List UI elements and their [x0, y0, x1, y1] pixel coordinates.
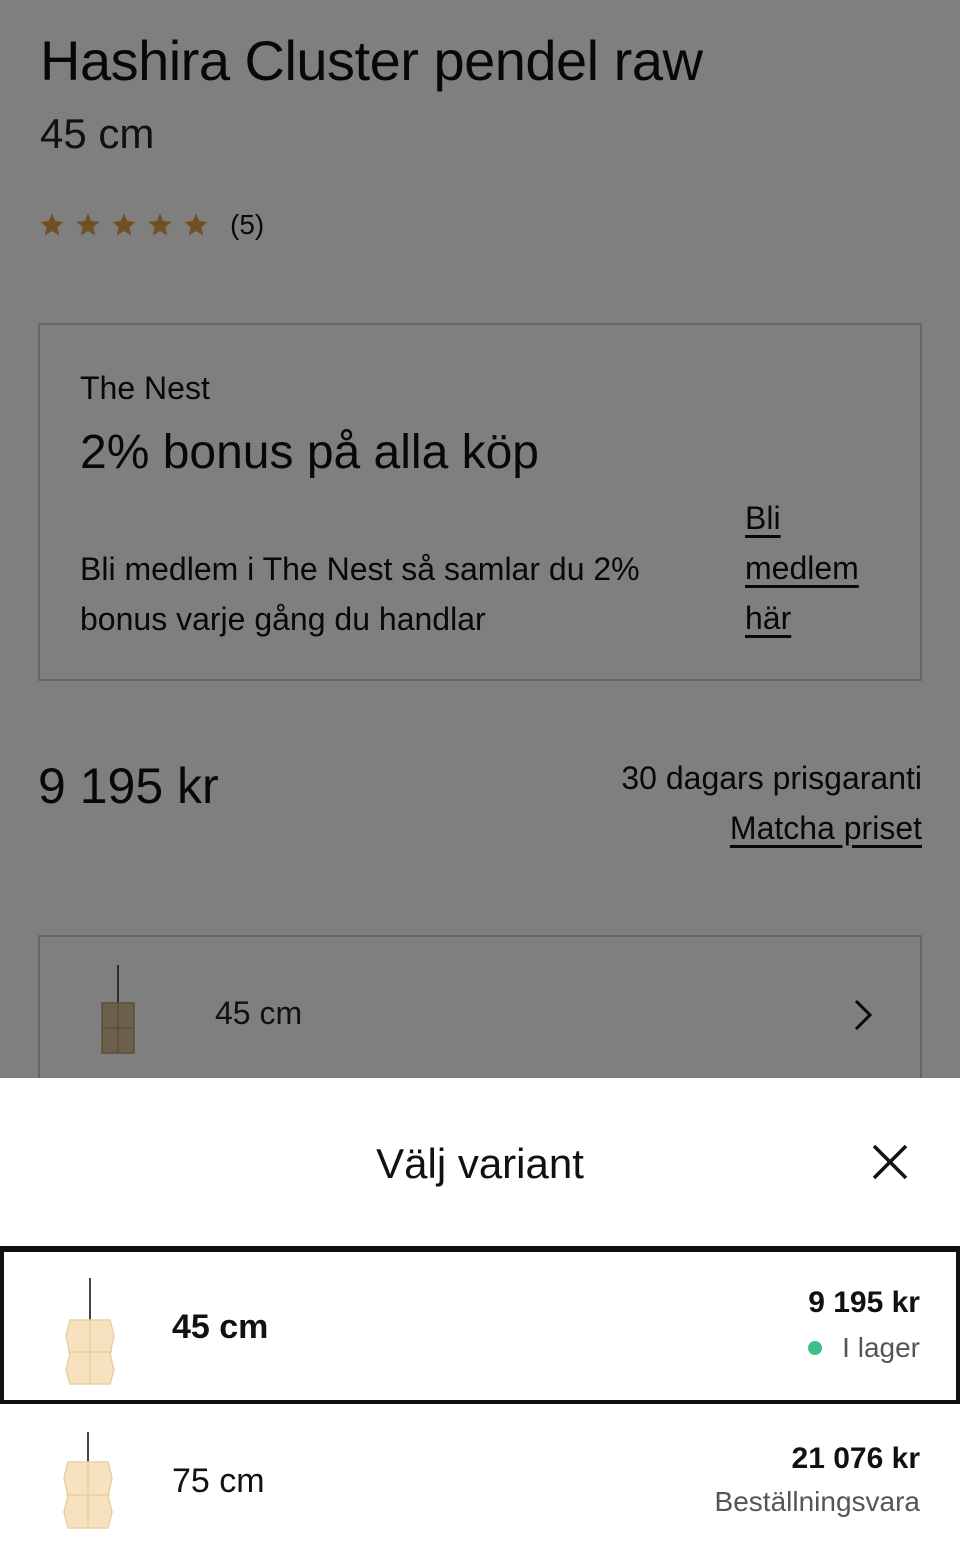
stock-status-text: Beställningsvara: [714, 1486, 920, 1517]
lamp-thumbnail: [63, 1432, 113, 1529]
variant-option-45cm[interactable]: 45 cm 9 195 kr I lager: [0, 1248, 960, 1404]
stock-status-text: I lager: [842, 1332, 920, 1363]
variant-price: 9 195 kr: [808, 1286, 920, 1319]
lamp-thumbnail: [65, 1278, 115, 1385]
in-stock-dot-icon: [808, 1341, 823, 1355]
variant-label: 75 cm: [172, 1462, 265, 1500]
stock-status: I lager: [808, 1332, 920, 1364]
variant-option-75cm[interactable]: 75 cm 21 076 kr Beställningsvara: [0, 1404, 960, 1568]
variant-label: 45 cm: [172, 1308, 269, 1346]
variant-price: 21 076 kr: [791, 1442, 920, 1475]
sheet-title: Välj variant: [376, 1140, 584, 1187]
stock-status: Beställningsvara: [715, 1486, 920, 1518]
close-icon[interactable]: [868, 1140, 912, 1184]
modal-backdrop[interactable]: [0, 0, 960, 1078]
